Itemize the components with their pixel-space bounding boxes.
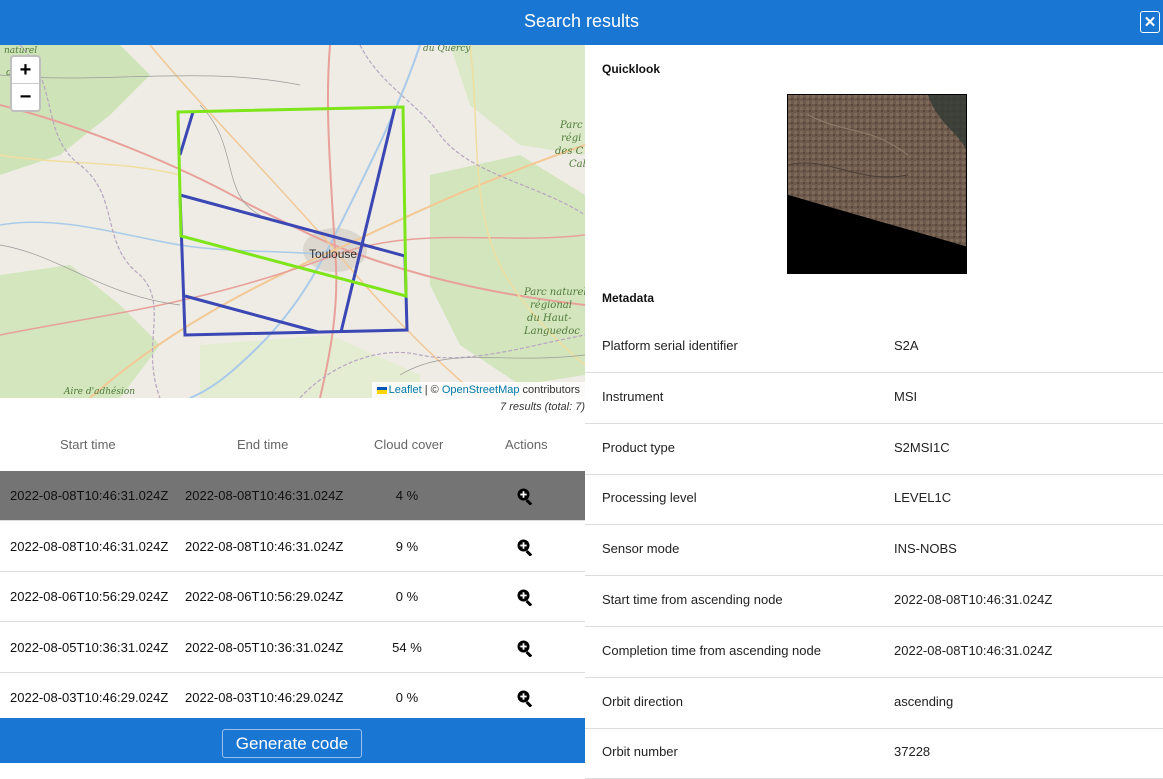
end-time-cell: 2022-08-05T10:36:31.024Z: [185, 639, 344, 655]
ukraine-flag-icon: [376, 386, 387, 394]
attribution-contributors: contributors: [519, 384, 580, 396]
column-end-time[interactable]: End time: [237, 437, 288, 452]
metadata-row: Orbit direction ascending: [585, 678, 1163, 729]
dialog-header: Search results ✕: [0, 0, 1163, 45]
metadata-key: Instrument: [602, 388, 664, 404]
metadata-value: S2MSI1C: [894, 439, 950, 455]
column-actions: Actions: [505, 437, 548, 452]
park-ne-label-1: Parc: [559, 120, 583, 131]
park-label-4: Languedoc: [523, 326, 580, 337]
osm-link[interactable]: OpenStreetMap: [442, 384, 520, 396]
start-time-cell: 2022-08-08T10:46:31.024Z: [10, 538, 169, 554]
park-ne-label-4: Cal: [569, 159, 585, 170]
metadata-row: Start time from ascending node 2022-08-08…: [585, 576, 1163, 627]
zoom-in-icon[interactable]: [516, 588, 534, 607]
results-table-header: Start time End time Cloud cover Actions: [0, 427, 585, 472]
park-label-1: Parc naturel: [523, 287, 585, 298]
metadata-value: 37228: [894, 744, 931, 760]
cloud-cover-cell: 0 %: [395, 690, 419, 706]
metadata-row: Sensor mode INS-NOBS: [585, 525, 1163, 577]
map-view[interactable]: Toulouse Parc naturel régional du Haut- …: [0, 45, 585, 398]
start-time-cell: 2022-08-06T10:56:29.024Z: [10, 589, 169, 605]
metadata-key: Processing level: [602, 490, 697, 506]
close-button[interactable]: ✕: [1140, 11, 1160, 33]
metadata-value: INS-NOBS: [894, 541, 957, 557]
column-start-time[interactable]: Start time: [60, 437, 116, 452]
end-time-cell: 2022-08-06T10:56:29.024Z: [185, 589, 344, 605]
leaflet-link[interactable]: Leaflet: [389, 384, 422, 396]
metadata-row: Platform serial identifier S2A: [585, 322, 1163, 373]
cloud-cover-cell: 54 %: [392, 639, 422, 655]
start-time-cell: 2022-08-08T10:46:31.024Z: [10, 488, 169, 503]
park-ne-label-2: régi: [561, 133, 581, 144]
quicklook-image: [787, 94, 967, 274]
metadata-row: Processing level LEVEL1C: [585, 474, 1163, 526]
attribution-separator: | ©: [421, 384, 442, 396]
metadata-key: Orbit direction: [602, 693, 683, 709]
end-time-cell: 2022-08-08T10:46:31.024Z: [185, 488, 344, 503]
start-time-cell: 2022-08-05T10:36:31.024Z: [10, 639, 169, 655]
map-attribution: Leaflet | © OpenStreetMap contributors: [371, 382, 585, 398]
zoom-control: + −: [10, 55, 41, 112]
details-panel: Quicklook Metadata Platform serial ident…: [585, 45, 1163, 779]
park-ne-label-3: des C: [555, 146, 584, 157]
park-label-2: régional: [530, 300, 572, 311]
metadata-value: MSI: [894, 388, 918, 404]
table-row[interactable]: 2022-08-08T10:46:31.024Z 2022-08-08T10:46…: [0, 471, 585, 521]
dialog-title: Search results: [523, 11, 640, 31]
table-row[interactable]: 2022-08-05T10:36:31.024Z 2022-08-05T10:36…: [0, 623, 585, 673]
quicklook-title: Quicklook: [602, 62, 661, 76]
metadata-title: Metadata: [602, 291, 655, 305]
metadata-key: Product type: [602, 439, 675, 455]
metadata-key: Sensor mode: [602, 541, 680, 557]
aire-label: Aire d'adhésion: [63, 386, 135, 397]
cloud-cover-cell: 0 %: [395, 589, 419, 605]
metadata-key: Completion time from ascending node: [602, 642, 821, 658]
metadata-value: ascending: [894, 693, 954, 709]
zoom-in-icon[interactable]: [516, 538, 534, 556]
metadata-value: S2A: [894, 338, 919, 353]
table-row[interactable]: 2022-08-03T10:46:29.024Z 2022-08-03T10:46…: [0, 673, 585, 724]
metadata-key: Start time from ascending node: [602, 592, 783, 607]
park-label-3: du Haut-: [527, 313, 572, 324]
metadata-row: Completion time from ascending node 2022-…: [585, 627, 1163, 678]
metadata-value: 2022-08-08T10:46:31.024Z: [894, 592, 1053, 607]
quercy-label: du Quercy: [423, 45, 471, 54]
zoom-out-button[interactable]: −: [12, 83, 39, 110]
dialog-footer: Generate code: [0, 718, 585, 763]
zoom-in-button[interactable]: +: [12, 57, 39, 83]
zoom-in-icon[interactable]: [516, 487, 534, 505]
table-row[interactable]: 2022-08-06T10:56:29.024Z 2022-08-06T10:56…: [0, 572, 585, 623]
metadata-row: Instrument MSI: [585, 373, 1163, 424]
generate-code-button[interactable]: Generate code: [222, 729, 362, 758]
start-time-cell: 2022-08-03T10:46:29.024Z: [10, 690, 169, 706]
end-time-cell: 2022-08-08T10:46:31.024Z: [185, 538, 344, 554]
map-tiles: Toulouse Parc naturel régional du Haut- …: [0, 45, 585, 398]
city-label: Toulouse: [309, 247, 357, 261]
zoom-in-icon[interactable]: [516, 639, 534, 657]
end-time-cell: 2022-08-03T10:46:29.024Z: [185, 690, 344, 706]
cloud-cover-cell: 9 %: [395, 538, 419, 554]
cloud-cover-cell: 4 %: [395, 488, 419, 503]
metadata-row: Product type S2MSI1C: [585, 424, 1163, 475]
zoom-in-icon[interactable]: [516, 689, 534, 708]
table-row[interactable]: 2022-08-08T10:46:31.024Z 2022-08-08T10:46…: [0, 522, 585, 572]
metadata-key: Orbit number: [602, 744, 678, 760]
metadata-key: Platform serial identifier: [602, 338, 738, 353]
results-count: 7 results (total: 7): [500, 401, 585, 413]
column-cloud-cover[interactable]: Cloud cover: [374, 437, 443, 452]
metadata-row: Orbit number 37228: [585, 728, 1163, 779]
metadata-value: 2022-08-08T10:46:31.024Z: [894, 642, 1053, 658]
metadata-value: LEVEL1C: [894, 490, 952, 506]
